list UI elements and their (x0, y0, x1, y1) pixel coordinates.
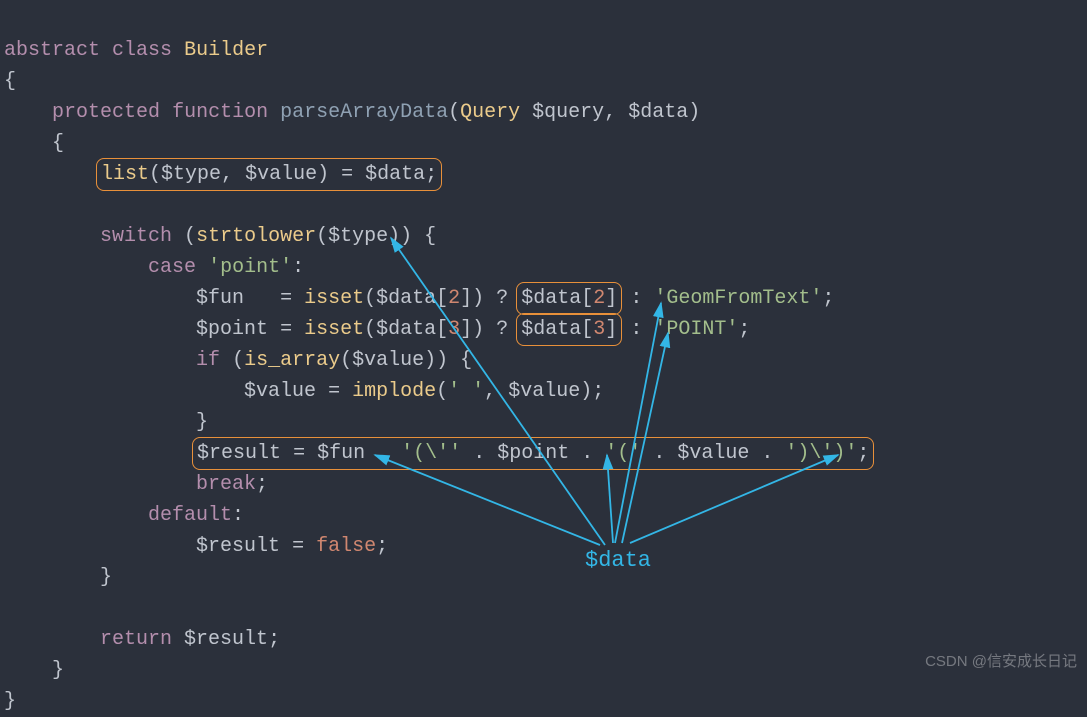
str-part3: ')\')' (785, 442, 857, 465)
watermark: CSDN @信安成长日记 (925, 646, 1077, 677)
highlight-data3: $data[3] (516, 313, 622, 346)
fn-isset: isset (304, 318, 364, 341)
kw-abstract: abstract (4, 39, 100, 62)
code-line-10: $point = isset($data[3]) ? $data[3] : 'P… (4, 318, 750, 341)
type-query: Query (460, 101, 520, 124)
code-line-2: { (4, 70, 16, 93)
annotation-label: $data (585, 545, 651, 576)
var-query: $query (532, 101, 604, 124)
num-3: 3 (593, 318, 605, 341)
var-data: $data (521, 318, 581, 341)
kw-return: return (100, 628, 172, 651)
fn-name: parseArrayData (280, 101, 448, 124)
str-geom: 'GeomFromText' (654, 287, 822, 310)
const-false: false (316, 535, 376, 558)
str-POINT: 'POINT' (654, 318, 738, 341)
kw-break: break (196, 473, 256, 496)
code-line-18: } (4, 566, 112, 589)
code-line-22: } (4, 690, 16, 713)
var-data: $data (628, 101, 688, 124)
num-3: 3 (448, 318, 460, 341)
str-part1: '(\'' (401, 442, 461, 465)
var-data: $data (521, 287, 581, 310)
code-line-17: $result = false; (4, 535, 388, 558)
brace-open: { (52, 132, 64, 155)
kw-default: default (148, 504, 232, 527)
code-line-13: } (4, 411, 208, 434)
str-space: ' ' (448, 380, 484, 403)
var-value: $value (245, 163, 317, 186)
fn-implode: implode (352, 380, 436, 403)
highlight-list-assign: list($type, $value) = $data; (96, 158, 442, 191)
code-line-12: $value = implode(' ', $value); (4, 380, 604, 403)
code-line-16: default: (4, 504, 244, 527)
code-line-9: $fun = isset($data[2]) ? $data[2] : 'Geo… (4, 287, 834, 310)
var-result: $result (197, 442, 281, 465)
code-line-15: break; (4, 473, 268, 496)
str-point: 'point' (208, 256, 292, 279)
var-value: $value (508, 380, 580, 403)
fn-isset: isset (304, 287, 364, 310)
kw-protected: protected (52, 101, 160, 124)
var-point: $point (497, 442, 569, 465)
highlight-result-assign: $result = $fun . '(\'' . $point . '(' . … (192, 437, 874, 470)
code-line-4: { (4, 132, 64, 155)
code-line-7: switch (strtolower($type)) { (4, 225, 436, 248)
var-fun: $fun (317, 442, 365, 465)
code-line-1: abstract class Builder (4, 39, 268, 62)
highlight-data2: $data[2] (516, 282, 622, 315)
var-value: $value (244, 380, 316, 403)
var-fun: $fun (196, 287, 244, 310)
brace-close: } (52, 659, 64, 682)
kw-if: if (196, 349, 220, 372)
var-type: $type (328, 225, 388, 248)
code-line-5: list($type, $value) = $data; (4, 163, 438, 186)
var-value: $value (352, 349, 424, 372)
var-result: $result (196, 535, 280, 558)
str-part2: '(' (605, 442, 641, 465)
var-data: $data (376, 318, 436, 341)
brace-close: } (4, 690, 16, 713)
code-editor: abstract class Builder { protected funct… (0, 0, 1087, 717)
var-data: $data (376, 287, 436, 310)
code-line-21: } (4, 659, 64, 682)
code-line-8: case 'point': (4, 256, 304, 279)
class-name: Builder (184, 39, 268, 62)
kw-function: function (172, 101, 268, 124)
code-line-3: protected function parseArrayData(Query … (4, 101, 700, 124)
brace-close: } (196, 411, 208, 434)
num-2: 2 (448, 287, 460, 310)
fn-list: list (101, 163, 149, 186)
var-type: $type (161, 163, 221, 186)
var-value: $value (677, 442, 749, 465)
num-2: 2 (593, 287, 605, 310)
var-result: $result (184, 628, 268, 651)
kw-switch: switch (100, 225, 172, 248)
brace-open: { (4, 70, 16, 93)
op-assign: = (341, 163, 353, 186)
fn-isarray: is_array (244, 349, 340, 372)
code-line-11: if (is_array($value)) { (4, 349, 472, 372)
var-data: $data (365, 163, 425, 186)
code-line-20: return $result; (4, 628, 280, 651)
brace-close: } (100, 566, 112, 589)
kw-class: class (112, 39, 172, 62)
fn-strtolower: strtolower (196, 225, 316, 248)
kw-case: case (148, 256, 196, 279)
var-point: $point (196, 318, 268, 341)
code-line-14: $result = $fun . '(\'' . $point . '(' . … (4, 442, 870, 465)
